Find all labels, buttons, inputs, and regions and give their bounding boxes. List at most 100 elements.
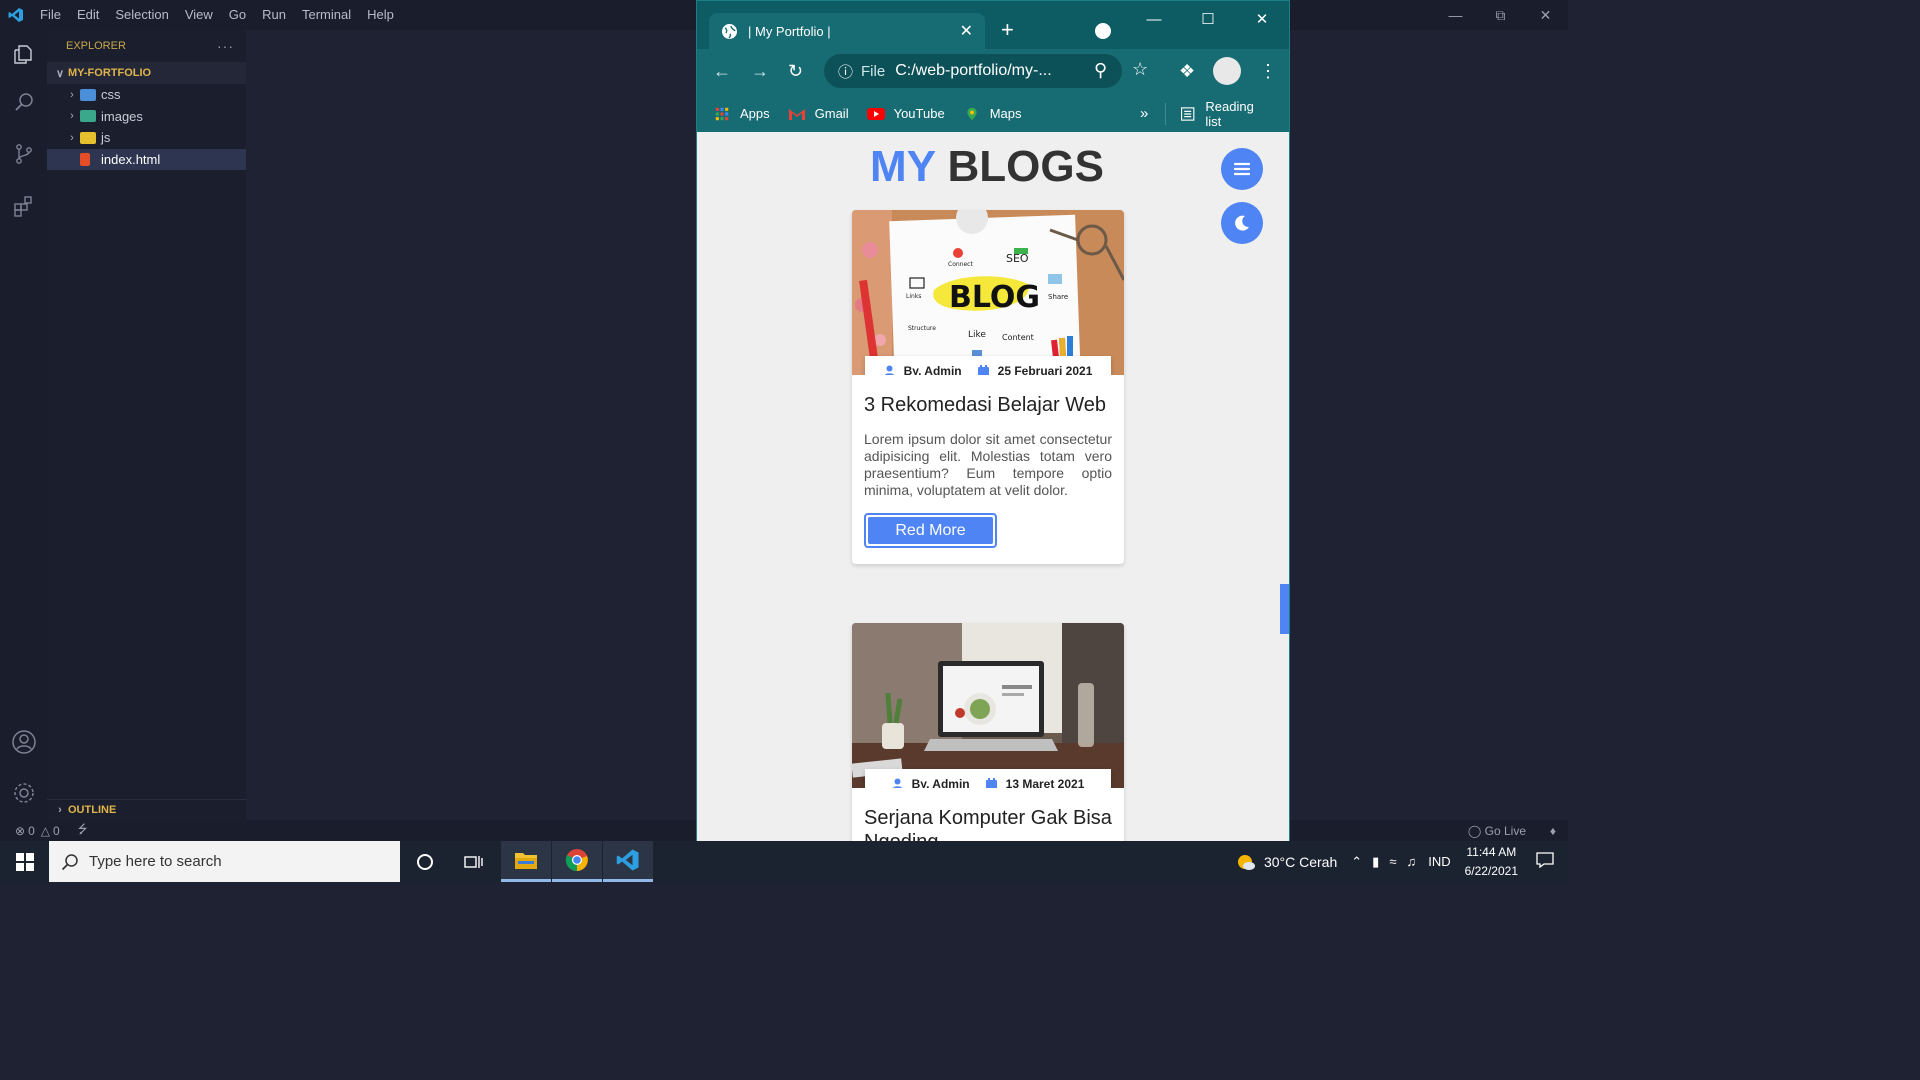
outline-section[interactable]: › OUTLINE xyxy=(47,799,246,820)
tab-close-icon[interactable]: ✕ xyxy=(960,21,973,41)
url-scheme: File xyxy=(861,62,886,80)
menu-bar: File Edit Selection View Go Run Terminal… xyxy=(32,0,402,30)
search-icon xyxy=(61,853,78,870)
restore-icon[interactable]: ⧉ xyxy=(1478,0,1523,30)
gmail-icon xyxy=(788,108,805,120)
tree-item-index-html[interactable]: index.html xyxy=(47,148,246,170)
explorer-more-icon[interactable]: ··· xyxy=(217,38,234,54)
extensions-puzzle-icon[interactable]: ❖ xyxy=(1179,61,1195,82)
folder-images-icon xyxy=(80,110,96,123)
minimize-icon[interactable]: — xyxy=(1127,1,1181,37)
tree-item-images[interactable]: › images xyxy=(47,106,246,128)
post-excerpt: Lorem ipsum dolor sit amet consectetur a… xyxy=(864,431,1112,498)
minimize-icon[interactable]: — xyxy=(1433,0,1478,30)
chevron-up-icon[interactable]: ⌃ xyxy=(1351,854,1362,870)
info-icon[interactable]: ⓘ xyxy=(838,61,853,82)
menu-go[interactable]: Go xyxy=(221,0,254,30)
warning-icon[interactable]: △ xyxy=(41,824,50,838)
html-file-icon xyxy=(80,152,90,166)
go-live-label: Go Live xyxy=(1484,823,1526,838)
bookmark-star-icon[interactable]: ☆ xyxy=(1132,59,1148,80)
menu-edit[interactable]: Edit xyxy=(69,0,107,30)
image-word-content: Content xyxy=(1002,333,1034,342)
taskbar-search-box[interactable]: Type here to search xyxy=(49,841,400,882)
bookmarks-bar: Apps Gmail YouTube Maps » Reading list xyxy=(697,95,1289,132)
reload-icon[interactable]: ↻ xyxy=(788,61,803,82)
clock-time: 11:44 AM xyxy=(1466,844,1517,859)
blog-card: By, Admin 13 Maret 2021 Serjana Komputer… xyxy=(852,623,1124,841)
go-live-button[interactable]: ◯ Go Live xyxy=(1468,824,1526,838)
maps-pin-icon xyxy=(967,107,977,120)
extensions-icon[interactable] xyxy=(0,182,47,230)
clock[interactable]: 11:44 AM 6/22/2021 xyxy=(1465,843,1518,881)
tab-search-icon[interactable] xyxy=(1095,23,1111,39)
address-bar[interactable]: ⓘ File C:/web-portfolio/my-... xyxy=(824,54,1122,88)
browser-window-controls: — ☐ ✕ xyxy=(1127,1,1289,37)
browser-window: | My Portfolio | ✕ + — ☐ ✕ ← → ↻ ⓘ File … xyxy=(696,0,1290,841)
back-icon[interactable]: ← xyxy=(713,61,731,82)
language-indicator[interactable]: IND xyxy=(1428,854,1450,869)
tree-item-label: css xyxy=(101,87,121,103)
explorer-icon[interactable] xyxy=(0,30,47,78)
bookmark-gmail[interactable]: Gmail xyxy=(788,106,849,121)
task-view-icon[interactable] xyxy=(449,841,499,882)
menu-terminal[interactable]: Terminal xyxy=(294,0,359,30)
maximize-icon[interactable]: ☐ xyxy=(1181,1,1235,37)
battery-icon[interactable]: ▮ xyxy=(1372,854,1379,870)
chrome-icon[interactable] xyxy=(552,841,602,882)
hamburger-menu-button[interactable] xyxy=(1221,148,1263,190)
profile-avatar[interactable] xyxy=(1213,57,1241,85)
post-title[interactable]: 3 Rekomedasi Belajar Web xyxy=(852,375,1124,417)
file-explorer-icon[interactable] xyxy=(501,841,551,882)
lightning-icon[interactable]: ⭍ xyxy=(78,820,88,841)
start-button[interactable] xyxy=(0,841,49,882)
weather-widget[interactable]: 30°C Cerah xyxy=(1235,851,1337,873)
menu-selection[interactable]: Selection xyxy=(107,0,176,30)
menu-run[interactable]: Run xyxy=(254,0,294,30)
bookmarks-overflow-icon[interactable]: » xyxy=(1140,105,1148,122)
bell-icon[interactable]: ♦ xyxy=(1550,824,1556,838)
activity-bar xyxy=(0,30,47,820)
reading-list-button[interactable]: Reading list xyxy=(1179,99,1271,129)
bookmark-apps[interactable]: Apps xyxy=(713,106,770,121)
volume-icon[interactable]: ♫ xyxy=(1406,854,1416,869)
source-control-icon[interactable] xyxy=(0,130,47,178)
cortana-icon[interactable] xyxy=(400,841,450,882)
errors-icon[interactable]: ⊗ xyxy=(15,824,25,838)
zoom-icon[interactable]: ⚲ xyxy=(1094,60,1107,81)
notifications-icon[interactable] xyxy=(1536,852,1554,871)
image-word-share: Share xyxy=(1048,293,1068,301)
close-icon[interactable]: ✕ xyxy=(1523,0,1568,30)
scrollbar-thumb[interactable] xyxy=(1280,584,1289,634)
tab-my-portfolio[interactable]: | My Portfolio | ✕ xyxy=(709,13,985,49)
tree-item-css[interactable]: › css xyxy=(47,84,246,106)
image-word-like: Like xyxy=(968,330,986,340)
system-tray: 30°C Cerah ⌃ ▮ ≈ ♫ IND 11:44 AM 6/22/202… xyxy=(1235,841,1568,882)
chevron-right-icon: › xyxy=(58,804,62,816)
dark-mode-button[interactable] xyxy=(1221,202,1263,244)
menu-file[interactable]: File xyxy=(32,0,69,30)
bookmark-youtube[interactable]: YouTube xyxy=(866,106,945,121)
vscode-window-controls: — ⧉ ✕ xyxy=(1433,0,1568,30)
close-icon[interactable]: ✕ xyxy=(1235,1,1289,37)
read-more-button[interactable]: Red More xyxy=(864,513,997,548)
tree-item-js[interactable]: › js xyxy=(47,127,246,149)
date-label: 13 Maret 2021 xyxy=(1005,777,1085,788)
forward-icon[interactable]: → xyxy=(751,61,769,82)
search-icon[interactable] xyxy=(0,78,47,126)
accounts-icon[interactable] xyxy=(0,718,47,766)
vscode-taskbar-icon[interactable] xyxy=(603,841,653,882)
bookmark-label: Gmail xyxy=(814,106,849,121)
wifi-icon[interactable]: ≈ xyxy=(1389,854,1396,869)
project-folder[interactable]: ∨ MY-FORTFOLIO xyxy=(47,62,246,84)
chevron-right-icon: › xyxy=(70,88,74,101)
new-tab-icon[interactable]: + xyxy=(1001,17,1014,43)
hamburger-icon xyxy=(1234,162,1250,176)
menu-help[interactable]: Help xyxy=(359,0,402,30)
menu-view[interactable]: View xyxy=(177,0,221,30)
bookmark-maps[interactable]: Maps xyxy=(963,106,1021,121)
menu-kebab-icon[interactable]: ⋮ xyxy=(1259,61,1277,82)
settings-gear-icon[interactable] xyxy=(0,769,47,817)
page-title: MY BLOGS xyxy=(697,142,1277,192)
post-title[interactable]: Serjana Komputer Gak Bisa Ngoding xyxy=(852,788,1124,841)
